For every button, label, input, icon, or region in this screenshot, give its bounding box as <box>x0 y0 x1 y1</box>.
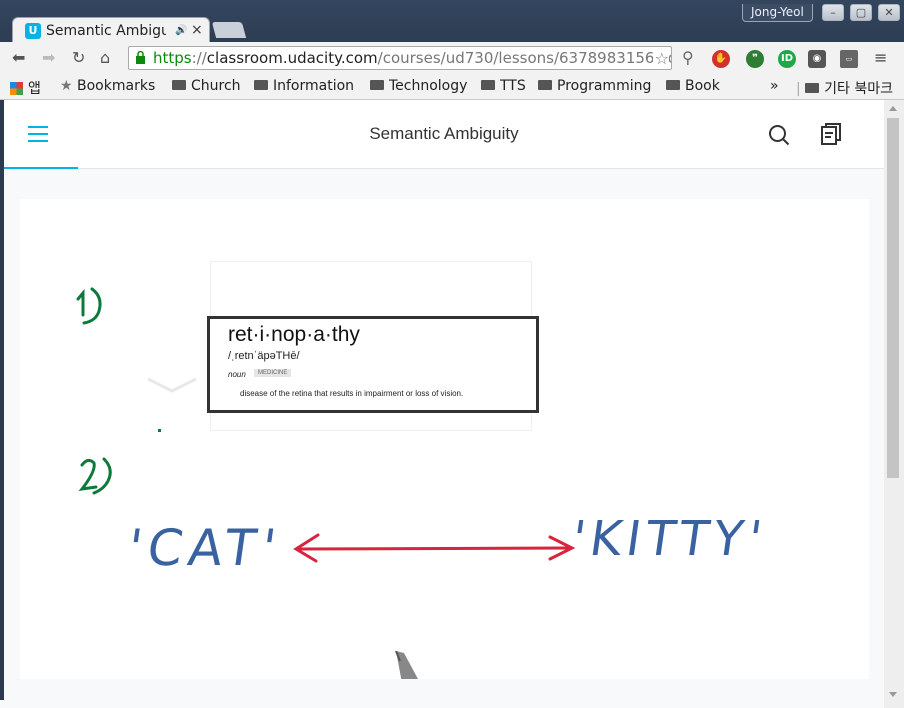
folder-icon <box>805 83 820 93</box>
folder-icon <box>538 80 552 90</box>
search-icon[interactable] <box>768 124 790 146</box>
folder-icon <box>481 80 495 90</box>
menu-active-indicator <box>4 167 78 169</box>
apps-grid-icon <box>10 82 23 95</box>
handwritten-number-2 <box>78 457 112 495</box>
bookmark-folder-tts[interactable]: TTS <box>481 78 526 94</box>
url-scheme: https <box>153 49 192 67</box>
folder-icon <box>666 80 680 90</box>
reload-icon[interactable]: ↻ <box>72 48 85 67</box>
bookmark-bookmarks[interactable]: ★ Bookmarks <box>60 78 155 94</box>
dictionary-part-of-speech: noun <box>228 370 246 379</box>
adblock-extension-icon[interactable]: ✋ <box>712 50 730 68</box>
dictionary-pronunciation: /ˌretnˈäpəTHē/ <box>228 350 300 362</box>
dictionary-word: ret·i·nop·a·thy <box>228 323 360 346</box>
browser-titlebar: Jong-Yeol – ▢ ✕ U Semantic Ambiguity 🔊 × <box>0 0 904 43</box>
bookmark-folder-programming[interactable]: Programming <box>538 78 651 94</box>
kitty-word: 'KITTY' <box>568 511 771 567</box>
page-bottom <box>0 700 884 708</box>
scrollbar-thumb[interactable] <box>887 118 899 478</box>
bookmark-folder-book[interactable]: Book <box>666 78 720 94</box>
bookmarks-overflow-button[interactable]: » <box>770 78 779 94</box>
page-title: Semantic Ambiguity <box>369 124 519 143</box>
id-extension-icon[interactable]: ID <box>778 50 796 68</box>
close-window-button[interactable]: ✕ <box>878 4 900 21</box>
folder-icon <box>254 80 268 90</box>
scrollbar[interactable] <box>884 100 904 708</box>
url-separator: :// <box>191 49 207 67</box>
browser-menu-icon[interactable]: ≡ <box>874 48 887 67</box>
url-host: classroom.udacity.com <box>206 49 378 67</box>
bookmark-folder-church[interactable]: Church <box>172 78 241 94</box>
minimize-button[interactable]: – <box>822 4 844 21</box>
ink-dot <box>158 429 161 432</box>
pen-cursor-icon <box>395 651 418 679</box>
bidirectional-arrow <box>293 533 576 563</box>
url-path: /courses/ud730/lessons/6378983156/co <box>377 49 672 67</box>
browser-toolbar: ⬅ ➡ ↻ ⌂ https://classroom.udacity.com/co… <box>0 42 904 74</box>
address-bar[interactable]: https://classroom.udacity.com/courses/ud… <box>128 46 672 70</box>
folder-icon <box>370 80 384 90</box>
back-arrow-icon[interactable]: ⬅ <box>12 48 25 67</box>
forward-arrow-icon[interactable]: ➡ <box>42 48 55 67</box>
bookmark-folder-other[interactable]: | 기타 북마크 <box>796 78 893 98</box>
page-content: Semantic Ambiguity 1) ret·i·nop·a·thy /ˌ… <box>4 100 884 700</box>
tab-close-icon[interactable]: × <box>191 22 203 38</box>
classroom-header: Semantic Ambiguity <box>4 100 884 169</box>
dictionary-tag: MEDICINE <box>254 369 292 377</box>
user-profile-button[interactable]: Jong-Yeol <box>742 4 813 22</box>
screenshot-extension-icon[interactable]: ◉ <box>808 50 826 68</box>
pocket-extension-icon[interactable]: ▭ <box>840 50 858 68</box>
handwritten-number-1 <box>76 287 102 325</box>
folder-icon <box>172 80 186 90</box>
bookmark-folder-technology[interactable]: Technology <box>370 78 467 94</box>
new-tab-button[interactable] <box>211 22 247 38</box>
speaker-icon[interactable]: 🔊 <box>175 25 187 36</box>
lock-icon <box>136 51 145 64</box>
browser-tab[interactable]: U Semantic Ambiguity 🔊 × <box>12 17 210 43</box>
lesson-video[interactable]: 1) ret·i·nop·a·thy /ˌretnˈäpəTHē/ noun M… <box>20 199 869 679</box>
faint-chevron-icon <box>147 377 197 393</box>
star-icon: ★ <box>60 78 78 94</box>
maximize-button[interactable]: ▢ <box>850 4 872 21</box>
dictionary-card: ret·i·nop·a·thy /ˌretnˈäpəTHē/ noun MEDI… <box>207 316 539 413</box>
quote-extension-icon[interactable]: ❞ <box>746 50 764 68</box>
notes-icon[interactable] <box>820 122 842 146</box>
scroll-down-arrow-icon[interactable] <box>889 692 897 697</box>
bookmark-apps[interactable]: 앱 <box>10 78 41 98</box>
tab-title: Semantic Ambiguity <box>46 23 166 39</box>
bookmark-star-icon[interactable]: ☆ <box>652 48 669 69</box>
bookmarks-bar: 앱 ★ Bookmarks Church Information Technol… <box>0 74 904 100</box>
search-extension-icon[interactable]: ⚲ <box>682 48 694 67</box>
udacity-favicon-icon: U <box>25 23 41 39</box>
bookmark-folder-information[interactable]: Information <box>254 78 354 94</box>
dictionary-definition: disease of the retina that results in im… <box>240 389 464 398</box>
home-icon[interactable]: ⌂ <box>100 48 110 67</box>
scroll-up-arrow-icon[interactable] <box>889 106 897 111</box>
cat-word: 'CAT' <box>123 519 286 577</box>
